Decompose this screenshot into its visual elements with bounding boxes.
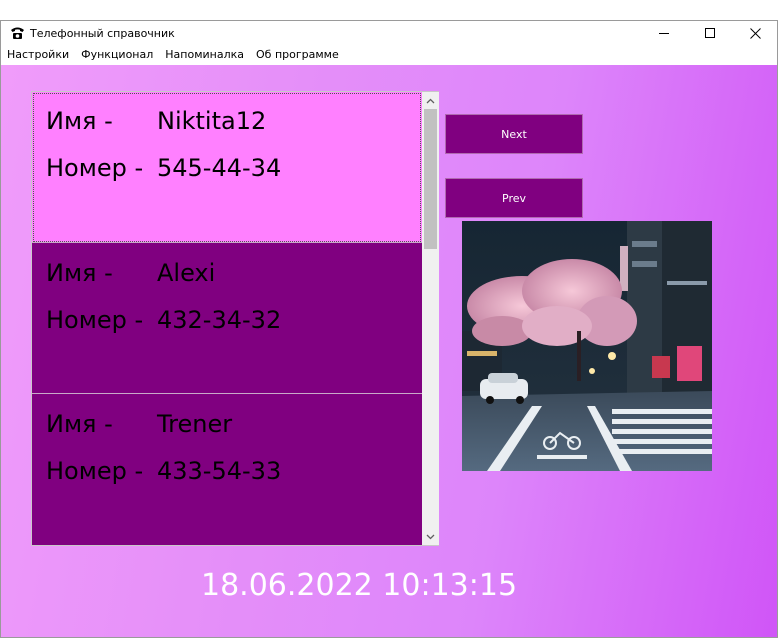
scroll-down-button[interactable] (422, 528, 439, 545)
phone-label: Номер - (46, 457, 144, 485)
close-icon (749, 27, 761, 39)
prev-button[interactable]: Prev (445, 178, 583, 218)
vertical-scrollbar[interactable] (422, 92, 439, 545)
contact-name: Alexi (157, 259, 216, 287)
scroll-thumb[interactable] (424, 109, 437, 249)
contact-phone: 545-44-34 (157, 154, 282, 182)
chevron-up-icon (426, 98, 435, 103)
name-label: Имя - (46, 259, 113, 287)
contact-name: Niktita12 (157, 107, 267, 135)
chevron-down-icon (426, 534, 435, 539)
menu-functions[interactable]: Функционал (76, 45, 160, 65)
phone-label: Номер - (46, 306, 144, 334)
menu-reminder[interactable]: Напоминалка (160, 45, 251, 65)
menu-bar: Настройки Функционал Напоминалка Об прог… (1, 45, 777, 65)
contact-name: Trener (157, 410, 233, 438)
contact-card[interactable]: Имя - Alexi Номер - 432-34-32 (32, 243, 422, 394)
contact-list[interactable]: Имя - Niktita12 Номер - 545-44-34 Имя - … (31, 91, 439, 546)
telephone-icon (9, 25, 25, 41)
contact-phone: 432-34-32 (157, 306, 282, 334)
contact-phone: 433-54-33 (157, 457, 282, 485)
scroll-up-button[interactable] (422, 92, 439, 109)
phone-label: Номер - (46, 154, 144, 182)
datetime-display: 18.06.2022 10:13:15 (201, 568, 518, 603)
app-window: Телефонный справочник Настройки Функцион… (0, 20, 778, 638)
contact-card[interactable]: Имя - Niktita12 Номер - 545-44-34 (32, 92, 422, 243)
name-label: Имя - (46, 107, 113, 135)
window-title: Телефонный справочник (30, 26, 175, 40)
menu-about[interactable]: Об программе (251, 45, 346, 65)
main-content: Имя - Niktita12 Номер - 545-44-34 Имя - … (1, 65, 777, 637)
name-label: Имя - (46, 410, 113, 438)
contact-cards: Имя - Niktita12 Номер - 545-44-34 Имя - … (32, 92, 422, 545)
maximize-button[interactable] (687, 21, 733, 45)
next-button[interactable]: Next (445, 114, 583, 154)
contact-photo (462, 221, 712, 471)
menu-settings[interactable]: Настройки (1, 45, 76, 65)
title-bar[interactable]: Телефонный справочник (1, 21, 777, 45)
maximize-icon (705, 28, 715, 38)
minimize-icon (659, 33, 669, 34)
contact-card[interactable]: Имя - Trener Номер - 433-54-33 (32, 394, 422, 545)
minimize-button[interactable] (641, 21, 687, 45)
close-button[interactable] (732, 21, 778, 45)
